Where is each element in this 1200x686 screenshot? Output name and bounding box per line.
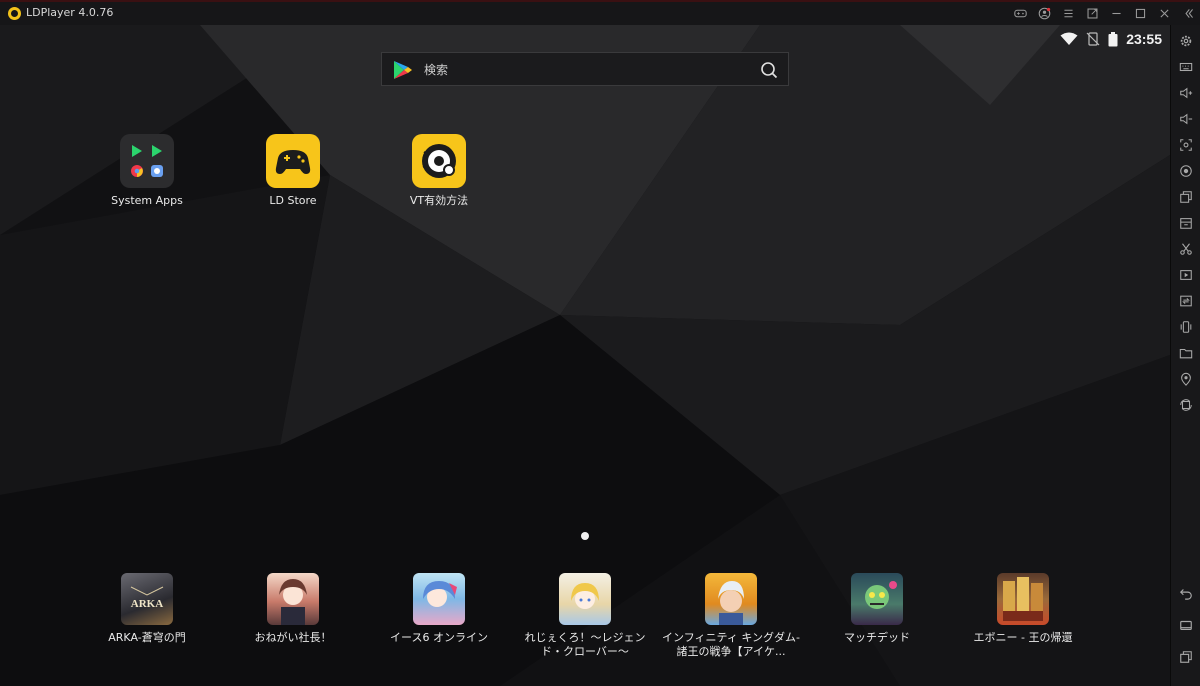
search-icon[interactable] bbox=[760, 61, 778, 79]
settings-icon[interactable] bbox=[1178, 33, 1194, 49]
android-home-screen: 23:55 System Apps bbox=[0, 25, 1170, 686]
onegai-shacho-app-icon bbox=[267, 573, 319, 625]
multi-instance-icon[interactable] bbox=[1178, 189, 1194, 205]
back-icon[interactable] bbox=[1178, 585, 1194, 601]
ldplayer-logo-icon bbox=[8, 7, 21, 20]
minimize-icon[interactable] bbox=[1104, 2, 1128, 25]
search-bar[interactable] bbox=[381, 52, 789, 86]
wifi-icon bbox=[1060, 32, 1078, 45]
maximize-icon[interactable] bbox=[1128, 2, 1152, 25]
app-ld-store[interactable]: LD Store bbox=[223, 134, 363, 208]
record-icon[interactable] bbox=[1178, 163, 1194, 179]
search-input[interactable] bbox=[422, 59, 746, 81]
google-play-icon bbox=[394, 61, 412, 79]
vt-guide-icon bbox=[412, 134, 466, 188]
recent-apps-icon[interactable] bbox=[1178, 649, 1194, 665]
app-arka[interactable]: ARKA ARKA-蒼穹の門 bbox=[77, 573, 217, 645]
account-icon[interactable] bbox=[1032, 2, 1056, 25]
video-icon[interactable] bbox=[1178, 267, 1194, 283]
screenshot-icon[interactable] bbox=[1178, 137, 1194, 153]
app-label: れじぇくろ！～レジェンド・クローバー～ bbox=[524, 631, 646, 658]
android-status-bar: 23:55 bbox=[1060, 31, 1162, 47]
infinity-kingdom-app-icon bbox=[705, 573, 757, 625]
rotate-icon[interactable] bbox=[1178, 397, 1194, 413]
no-sim-icon bbox=[1086, 32, 1100, 46]
arka-app-icon: ARKA bbox=[121, 573, 173, 625]
app-legeclo[interactable]: れじぇくろ！～レジェンド・クローバー～ bbox=[515, 573, 655, 659]
app-infinity-kingdom[interactable]: インフィニティ キングダム-諸王の戦争【アイケ... bbox=[661, 573, 801, 659]
system-apps-folder-icon bbox=[120, 134, 174, 188]
sync-icon[interactable] bbox=[1178, 293, 1194, 309]
keyboard-icon[interactable] bbox=[1178, 59, 1194, 75]
app-label: ARKA-蒼穹の門 bbox=[108, 631, 186, 644]
app-label: イース6 オンライン bbox=[390, 631, 488, 644]
home-icon[interactable] bbox=[1178, 617, 1194, 633]
app-system-apps[interactable]: System Apps bbox=[77, 134, 217, 208]
page-indicator-dot[interactable] bbox=[581, 532, 589, 540]
matchdead-app-icon bbox=[851, 573, 903, 625]
title-bar-controls bbox=[1008, 2, 1200, 25]
popout-icon[interactable] bbox=[1080, 2, 1104, 25]
app-label: VT有効方法 bbox=[409, 194, 469, 207]
gamepad-icon[interactable] bbox=[1008, 2, 1032, 25]
ld-store-icon bbox=[266, 134, 320, 188]
app-vt-guide[interactable]: VT有効方法 bbox=[369, 134, 509, 208]
collapse-icon[interactable] bbox=[1176, 2, 1200, 25]
ys6-online-app-icon bbox=[413, 573, 465, 625]
app-label: エボニー - 王の帰還 bbox=[973, 631, 1073, 644]
title-bar: LDPlayer 4.0.76 bbox=[0, 0, 1200, 25]
app-label: おねがい社長！ bbox=[254, 631, 332, 644]
app-ebony[interactable]: エボニー - 王の帰還 bbox=[953, 573, 1093, 645]
svg-text:ARKA: ARKA bbox=[131, 598, 163, 610]
app-label: System Apps bbox=[111, 194, 183, 207]
window-title: LDPlayer 4.0.76 bbox=[26, 6, 114, 19]
location-icon[interactable] bbox=[1178, 371, 1194, 387]
ebony-app-icon bbox=[997, 573, 1049, 625]
emulator-toolbar bbox=[1170, 25, 1200, 686]
close-icon[interactable] bbox=[1152, 2, 1176, 25]
app-matchdead[interactable]: マッチデッド bbox=[807, 573, 947, 645]
status-clock: 23:55 bbox=[1126, 31, 1162, 47]
app-onegai-shacho[interactable]: おねがい社長！ bbox=[223, 573, 363, 645]
menu-icon[interactable] bbox=[1056, 2, 1080, 25]
volume-down-icon[interactable] bbox=[1178, 111, 1194, 127]
app-label: LD Store bbox=[269, 194, 317, 207]
legeclo-app-icon bbox=[559, 573, 611, 625]
volume-up-icon[interactable] bbox=[1178, 85, 1194, 101]
battery-icon bbox=[1108, 31, 1118, 46]
app-label: マッチデッド bbox=[844, 631, 910, 644]
app-label: インフィニティ キングダム-諸王の戦争【アイケ... bbox=[662, 631, 800, 658]
scissors-icon[interactable] bbox=[1178, 241, 1194, 257]
apk-install-icon[interactable] bbox=[1178, 215, 1194, 231]
shake-icon[interactable] bbox=[1178, 319, 1194, 335]
app-ys6-online[interactable]: イース6 オンライン bbox=[369, 573, 509, 645]
folder-icon[interactable] bbox=[1178, 345, 1194, 361]
